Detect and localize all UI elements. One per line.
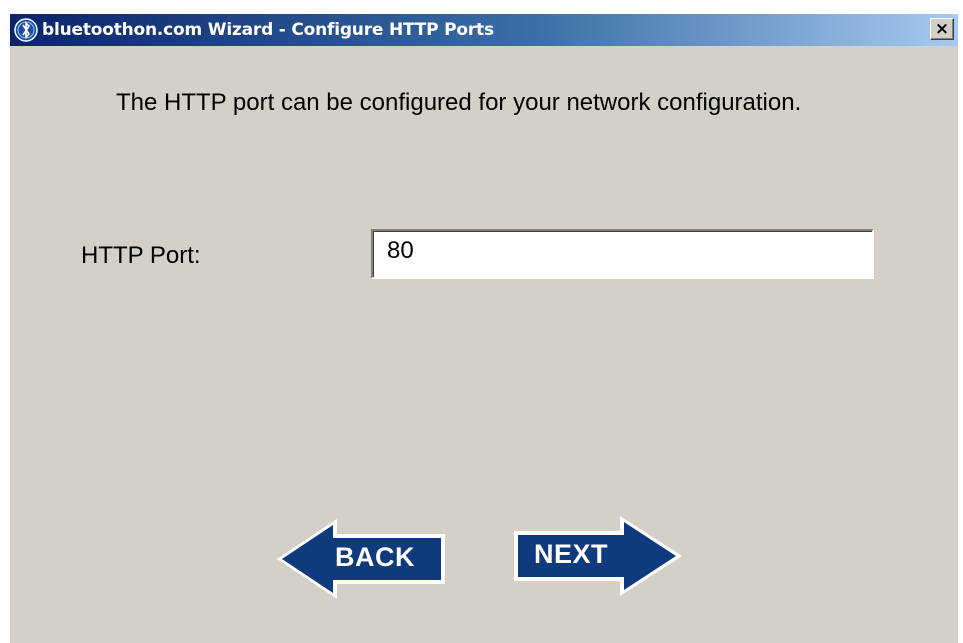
close-button[interactable]: × [930, 18, 954, 40]
wizard-window: bluetoothon.com Wizard - Configure HTTP … [10, 14, 958, 643]
back-button-label: BACK [335, 542, 415, 572]
http-port-input[interactable] [371, 229, 874, 279]
instruction-text: The HTTP port can be configured for your… [116, 89, 802, 116]
back-button[interactable]: BACK [275, 517, 447, 601]
window-title: bluetoothon.com Wizard - Configure HTTP … [42, 20, 494, 40]
http-port-label: HTTP Port: [81, 242, 201, 269]
next-button-label: NEXT [534, 539, 609, 569]
close-icon: × [934, 19, 950, 39]
bluetooth-globe-icon [14, 18, 38, 42]
title-bar[interactable]: bluetoothon.com Wizard - Configure HTTP … [10, 14, 958, 46]
next-button[interactable]: NEXT [512, 514, 684, 598]
